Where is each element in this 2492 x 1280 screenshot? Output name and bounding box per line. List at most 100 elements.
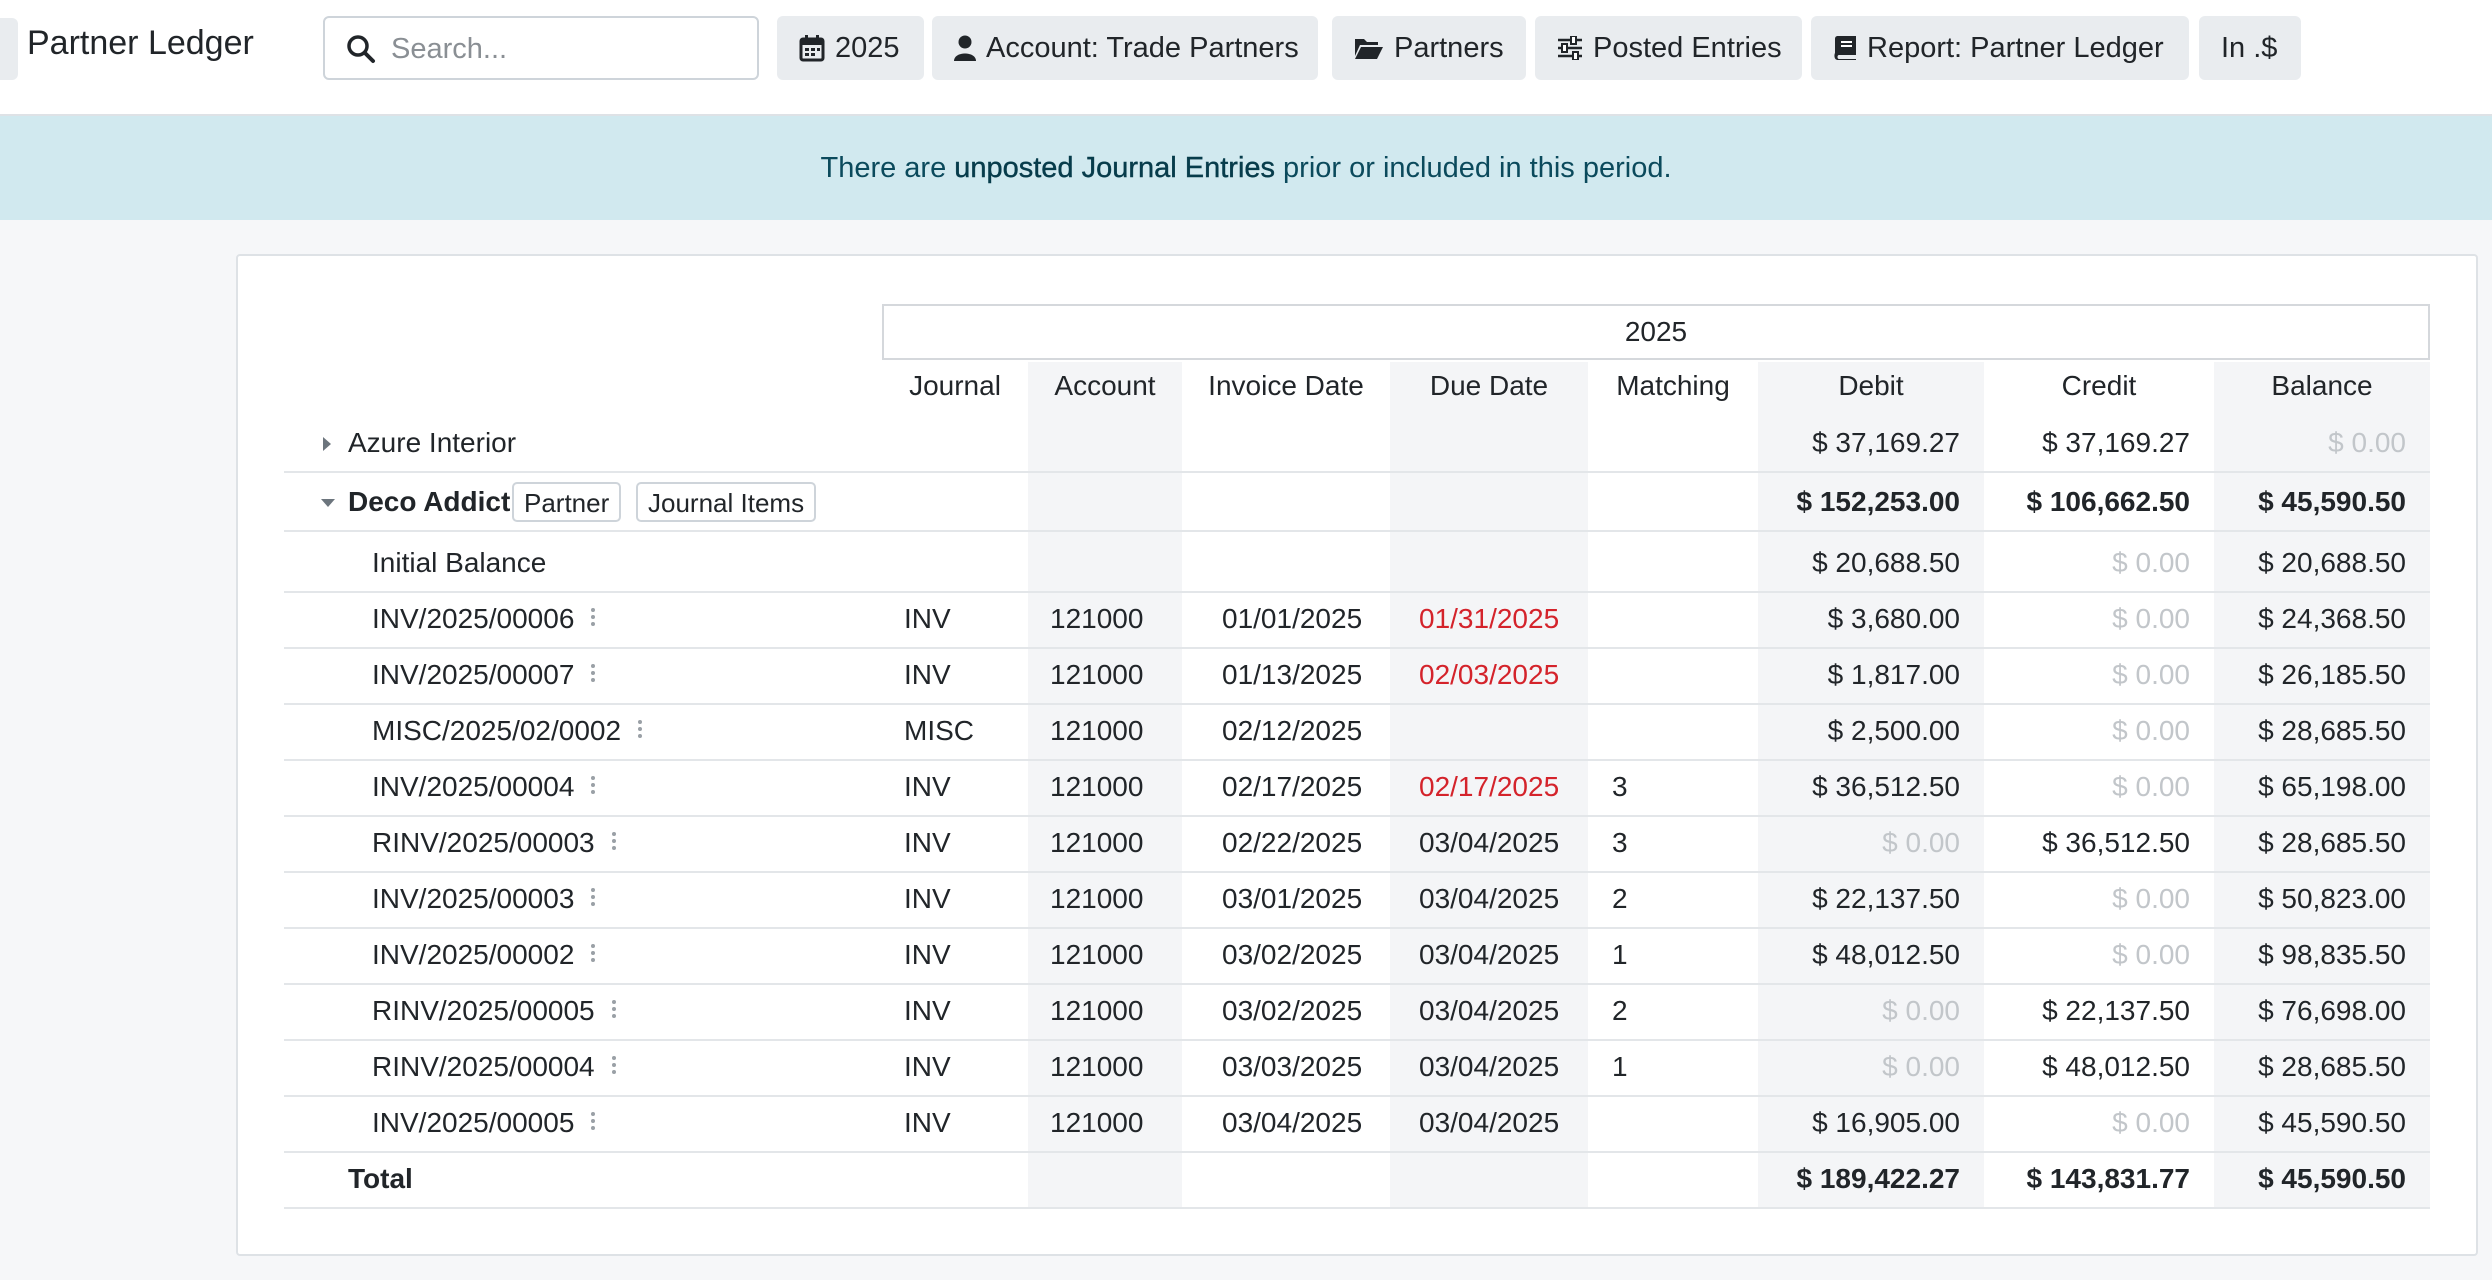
move-name-link[interactable]: INV/2025/00002 <box>372 927 574 983</box>
due-date-cell: 02/17/2025 <box>1419 771 1560 802</box>
control-panel: Partner Ledger 2025 Accou <box>0 0 2492 116</box>
currency-filter-button[interactable]: In .$ <box>2199 16 2301 80</box>
initial-balance-debit: $ 20,688.50 <box>1812 547 1960 578</box>
credit-cell: $ 36,512.50 <box>2042 827 2190 858</box>
matching-cell: 2 <box>1612 995 1628 1026</box>
credit-cell: $ 0.00 <box>2112 883 2190 914</box>
matching-cell: 3 <box>1612 827 1628 858</box>
balance-cell: $ 24,368.50 <box>2258 603 2406 634</box>
column-header-invoice-date[interactable]: Invoice Date <box>1182 370 1390 406</box>
move-name-link[interactable]: INV/2025/00007 <box>372 647 574 703</box>
caret-down-icon[interactable] <box>320 498 336 508</box>
account-cell: 121000 <box>1050 883 1144 914</box>
partner-row[interactable]: Deco Addict Partner Journal Items $ 152,… <box>284 474 2430 532</box>
kebab-menu-icon[interactable] <box>590 941 596 969</box>
journal-cell: INV <box>904 1051 951 1082</box>
account-filter-label: Account: Trade Partners <box>986 31 1299 64</box>
journal-cell: INV <box>904 603 951 634</box>
matching-cell: 1 <box>1612 939 1628 970</box>
move-name-link[interactable]: RINV/2025/00004 <box>372 1039 595 1095</box>
ledger-line-row[interactable]: RINV/2025/00005 INV 121000 03/02/2025 03/04/… <box>284 983 2430 1041</box>
journal-cell: INV <box>904 771 951 802</box>
posted-entries-filter-label: Posted Entries <box>1593 31 1782 64</box>
partners-filter-button[interactable]: Partners <box>1332 16 1526 80</box>
year-filter-button[interactable]: 2025 <box>777 16 924 80</box>
journal-cell: MISC <box>904 715 974 746</box>
due-date-cell: 03/04/2025 <box>1419 883 1560 914</box>
partner-tag-button[interactable]: Partner <box>512 482 622 522</box>
user-icon <box>954 34 976 62</box>
kebab-menu-icon[interactable] <box>590 605 596 633</box>
balance-cell: $ 76,698.00 <box>2258 995 2406 1026</box>
invoice-date-cell: 03/02/2025 <box>1222 939 1363 970</box>
partner-credit: $ 37,169.27 <box>2042 427 2190 458</box>
column-header-debit[interactable]: Debit <box>1758 370 1984 406</box>
caret-right-icon[interactable] <box>322 436 332 452</box>
account-filter-button[interactable]: Account: Trade Partners <box>932 16 1318 80</box>
warning-prefix: There are <box>820 151 947 184</box>
kebab-menu-icon[interactable] <box>590 773 596 801</box>
partner-name: Azure Interior <box>348 427 517 458</box>
ledger-line-row[interactable]: INV/2025/00002 INV 121000 03/02/2025 03/04/2… <box>284 927 2430 985</box>
matching-cell: 3 <box>1612 771 1628 802</box>
total-credit: $ 143,831.77 <box>2026 1163 2191 1194</box>
move-name-link[interactable]: RINV/2025/00005 <box>372 983 595 1039</box>
initial-balance-credit: $ 0.00 <box>2112 547 2190 578</box>
partner-debit: $ 152,253.00 <box>1796 486 1961 517</box>
credit-cell: $ 0.00 <box>2112 771 2190 802</box>
report-selector-button[interactable]: Report: Partner Ledger <box>1811 16 2189 80</box>
ledger-line-row[interactable]: INV/2025/00006 INV 121000 01/01/2025 01/31/2… <box>284 591 2430 649</box>
kebab-menu-icon[interactable] <box>637 717 643 745</box>
ledger-line-row[interactable]: MISC/2025/02/0002 MISC 121000 02/12/2025 $ 2… <box>284 703 2430 761</box>
move-name-link[interactable]: INV/2025/00003 <box>372 871 574 927</box>
move-name-link[interactable]: INV/2025/00004 <box>372 759 574 815</box>
posted-entries-filter-button[interactable]: Posted Entries <box>1535 16 1802 80</box>
move-name-link[interactable]: INV/2025/00005 <box>372 1095 574 1151</box>
account-cell: 121000 <box>1050 659 1144 690</box>
credit-cell: $ 0.00 <box>2112 939 2190 970</box>
ledger-line-row[interactable]: INV/2025/00005 INV 121000 03/04/2025 03/04/2… <box>284 1095 2430 1153</box>
column-header-matching[interactable]: Matching <box>1588 370 1758 406</box>
balance-cell: $ 28,685.50 <box>2258 715 2406 746</box>
invoice-date-cell: 03/01/2025 <box>1222 883 1363 914</box>
ledger-line-row[interactable]: INV/2025/00004 INV 121000 02/17/2025 02/17/2… <box>284 759 2430 817</box>
sidebar-toggle[interactable] <box>0 18 18 80</box>
ledger-line-row[interactable]: INV/2025/00007 INV 121000 01/13/2025 02/03/2… <box>284 647 2430 705</box>
journal-cell: INV <box>904 827 951 858</box>
report-selector-label: Report: Partner Ledger <box>1867 31 2164 64</box>
debit-cell: $ 36,512.50 <box>1812 771 1960 802</box>
move-name-link[interactable]: INV/2025/00006 <box>372 591 574 647</box>
journal-items-tag-button[interactable]: Journal Items <box>636 482 817 522</box>
ledger-line-row[interactable]: RINV/2025/00003 INV 121000 02/22/2025 03/04/… <box>284 815 2430 873</box>
search-icon <box>347 35 375 63</box>
search-input[interactable] <box>389 28 753 70</box>
credit-cell: $ 22,137.50 <box>2042 995 2190 1026</box>
column-header-due-date[interactable]: Due Date <box>1390 370 1588 406</box>
column-header-credit[interactable]: Credit <box>1984 370 2214 406</box>
partner-row[interactable]: Azure Interior $ 37,169.27 $ 37,169.27 $… <box>284 415 2430 473</box>
move-name-link[interactable]: MISC/2025/02/0002 <box>372 703 621 759</box>
ledger-line-row[interactable]: RINV/2025/00004 INV 121000 03/03/2025 03/04/… <box>284 1039 2430 1097</box>
kebab-menu-icon[interactable] <box>611 1053 617 1081</box>
column-header-journal[interactable]: Journal <box>882 370 1028 406</box>
account-cell: 121000 <box>1050 995 1144 1026</box>
invoice-date-cell: 02/17/2025 <box>1222 771 1363 802</box>
kebab-menu-icon[interactable] <box>590 661 596 689</box>
kebab-menu-icon[interactable] <box>611 997 617 1025</box>
kebab-menu-icon[interactable] <box>590 1109 596 1137</box>
unposted-entries-link[interactable]: unposted Journal Entries <box>954 151 1275 185</box>
column-header-account[interactable]: Account <box>1028 370 1182 406</box>
kebab-menu-icon[interactable] <box>611 829 617 857</box>
credit-cell: $ 0.00 <box>2112 603 2190 634</box>
partner-credit: $ 106,662.50 <box>2026 486 2191 517</box>
sliders-icon <box>1557 36 1583 60</box>
search-box[interactable] <box>323 16 759 80</box>
column-header-balance[interactable]: Balance <box>2214 370 2430 406</box>
kebab-menu-icon[interactable] <box>590 885 596 913</box>
debit-cell: $ 2,500.00 <box>1827 715 1960 746</box>
move-name-link[interactable]: RINV/2025/00003 <box>372 815 595 871</box>
ledger-line-row[interactable]: INV/2025/00003 INV 121000 03/01/2025 03/04/2… <box>284 871 2430 929</box>
due-date-cell: 03/04/2025 <box>1419 1107 1560 1138</box>
debit-cell: $ 0.00 <box>1882 1051 1960 1082</box>
matching-cell: 2 <box>1612 883 1628 914</box>
